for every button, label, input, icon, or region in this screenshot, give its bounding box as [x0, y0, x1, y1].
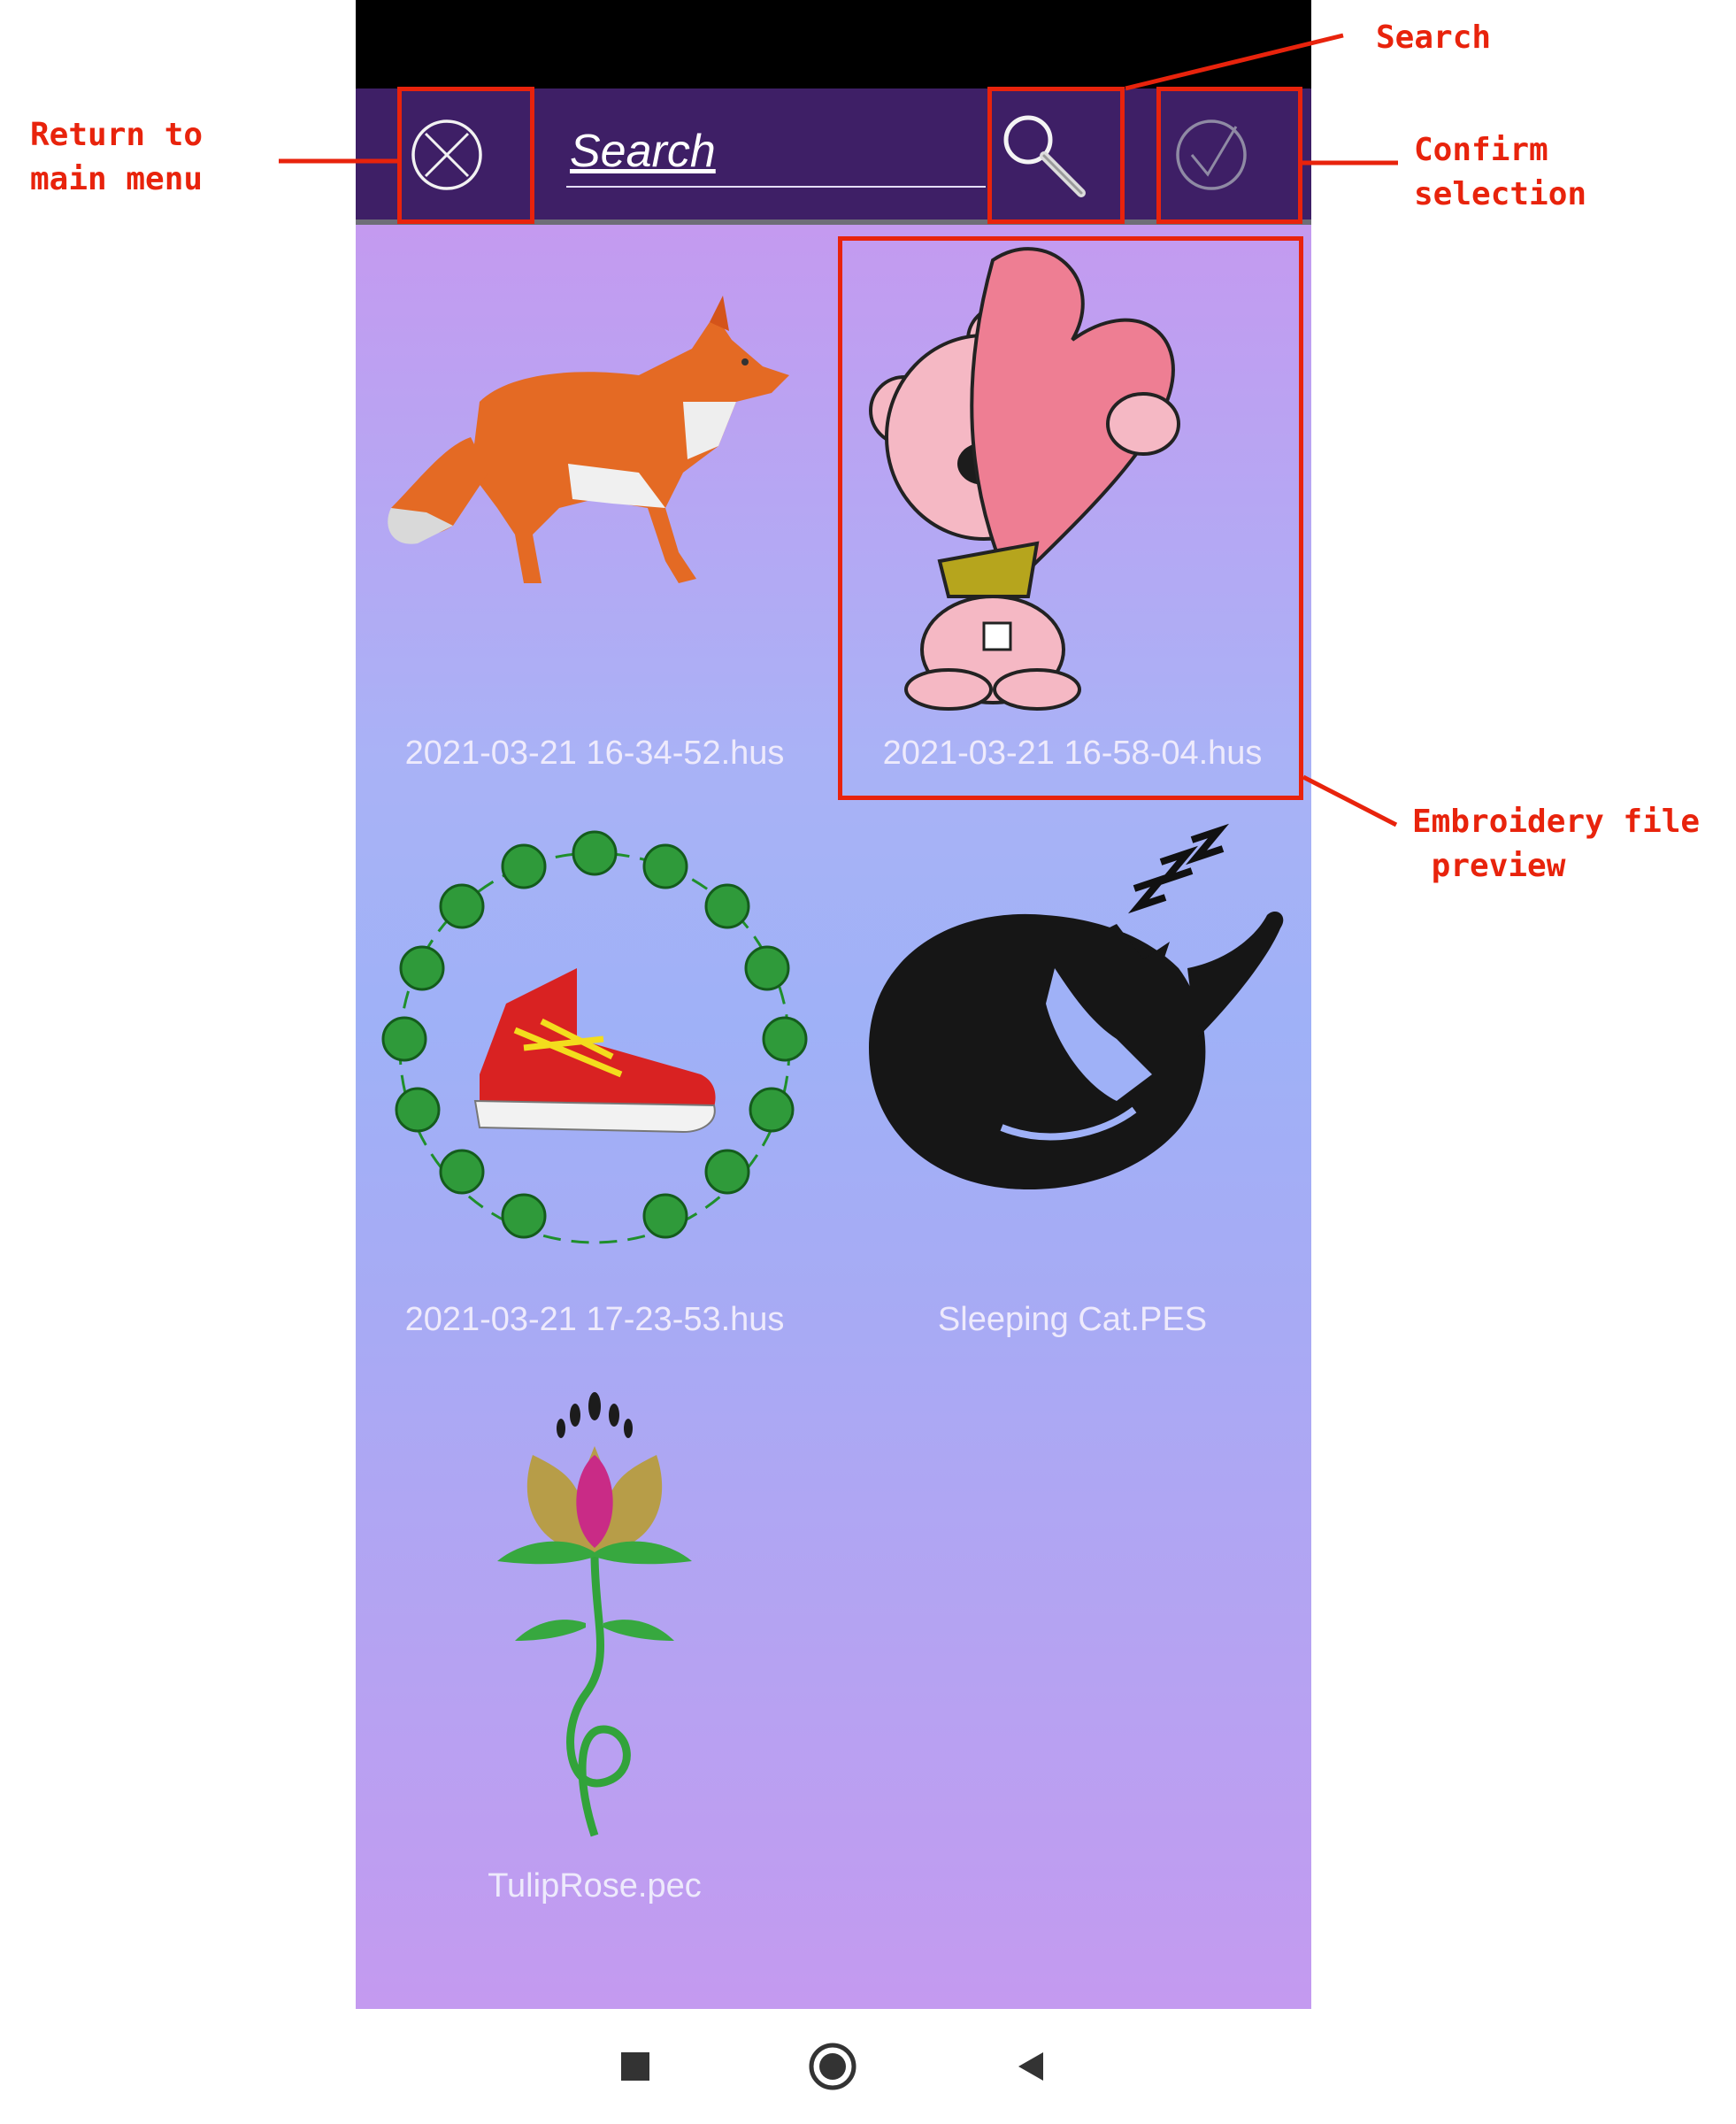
close-button-highlight	[397, 87, 534, 224]
preview-highlight	[838, 236, 1303, 800]
annotation-return-menu: Return to main menu	[30, 117, 204, 197]
file-tile[interactable]: TulipRose.pec	[356, 1358, 833, 1924]
annotation-search: Search	[1376, 19, 1492, 56]
search-input[interactable]	[566, 117, 986, 188]
file-tile[interactable]: 2021-03-21 16-34-52.hus	[356, 225, 833, 791]
sleeping-cat-embroidery-preview	[869, 823, 1284, 1189]
file-name: Sleeping Cat.PES	[937, 1301, 1208, 1338]
sneaker-wreath-embroidery-preview	[381, 830, 808, 1244]
tulip-rose-embroidery-preview	[497, 1392, 692, 1837]
file-tile[interactable]: 2021-03-21 17-23-53.hus	[356, 791, 833, 1358]
square-icon	[621, 2052, 649, 2081]
recents-button[interactable]	[604, 2036, 666, 2097]
file-name: TulipRose.pec	[488, 1867, 702, 1905]
file-name: 2021-03-21 16-34-52.hus	[404, 735, 785, 772]
triangle-back-icon	[1018, 2052, 1043, 2081]
home-button[interactable]	[802, 2036, 864, 2097]
fox-embroidery-preview	[388, 296, 789, 583]
file-tile[interactable]: Sleeping Cat.PES	[833, 791, 1311, 1358]
status-bar	[356, 0, 1311, 88]
circle-icon	[809, 2043, 856, 2090]
annotation-preview: Embroidery file preview	[1412, 804, 1701, 884]
annotation-confirm: Confirm selection	[1414, 132, 1587, 212]
file-name: 2021-03-21 17-23-53.hus	[404, 1301, 785, 1338]
back-button[interactable]	[1000, 2036, 1062, 2097]
confirm-button-highlight	[1156, 87, 1302, 224]
navigation-bar	[0, 2009, 1736, 2124]
search-button-highlight	[987, 87, 1125, 224]
